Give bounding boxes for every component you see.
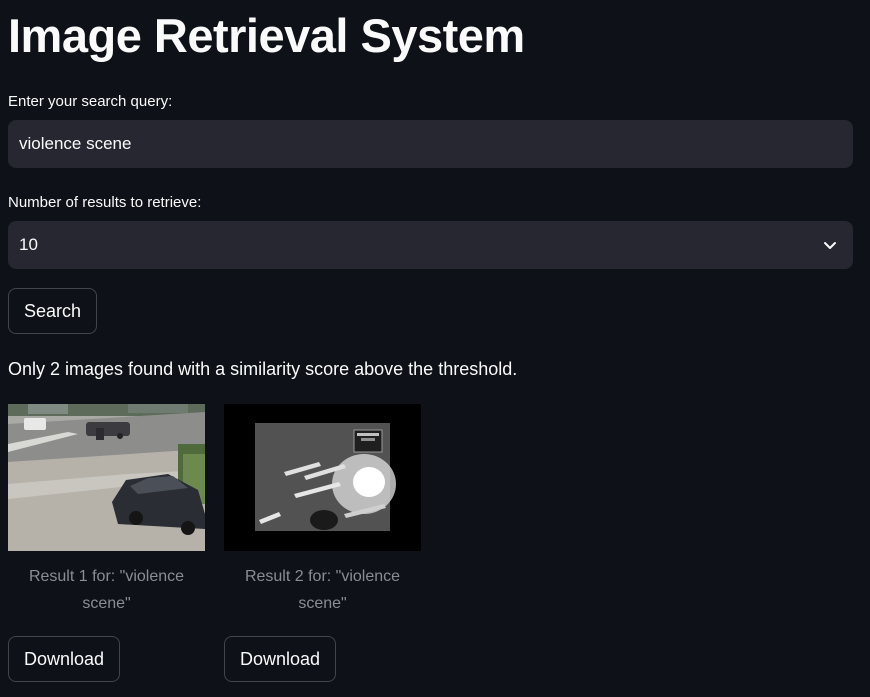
num-results-label: Number of results to retrieve: — [8, 194, 202, 211]
num-results-selected-value: 10 — [19, 235, 38, 254]
download-button-1[interactable]: Download — [8, 636, 121, 682]
result-caption-1: Result 1 for: "violence scene" — [28, 568, 185, 612]
page-title: Image Retrieval System — [8, 9, 525, 62]
result-image-1 — [8, 404, 205, 551]
num-results-select[interactable]: 10 — [8, 221, 853, 269]
search-query-label: Enter your search query: — [8, 93, 173, 110]
search-button[interactable]: Search — [8, 288, 98, 334]
search-query-input[interactable] — [8, 120, 853, 168]
download-button-2[interactable]: Download — [224, 636, 337, 682]
result-image-2 — [224, 404, 421, 551]
result-caption-2: Result 2 for: "violence scene" — [244, 568, 401, 612]
chevron-down-icon — [818, 233, 842, 257]
status-message: Only 2 images found with a similarity sc… — [8, 359, 518, 379]
